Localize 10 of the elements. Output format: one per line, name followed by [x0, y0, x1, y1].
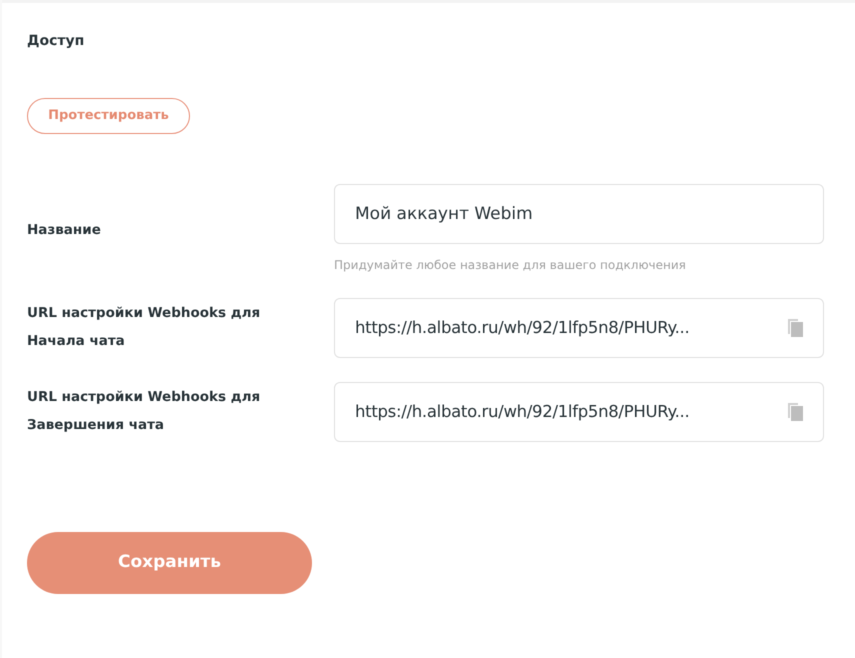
- field-label: Название: [27, 220, 102, 240]
- field-label: URL настройки Webhooks для Завершения чата: [27, 388, 262, 435]
- copy-icon[interactable]: [787, 318, 804, 338]
- input-field[interactable]: https://h.albato.ru/wh/92/1lfp5n8/PHURy...: [334, 382, 824, 442]
- input-field[interactable]: https://h.albato.ru/wh/92/1lfp5n8/PHURy...: [334, 298, 824, 358]
- copy-icon[interactable]: [787, 402, 804, 422]
- field-hint: Придумайте любое название для вашего подключения: [334, 256, 687, 274]
- field-label: URL настройки Webhooks для Начала чата: [27, 304, 262, 351]
- section-title: Доступ: [27, 33, 86, 50]
- input-field[interactable]: Мой аккаунт Webim: [334, 184, 824, 244]
